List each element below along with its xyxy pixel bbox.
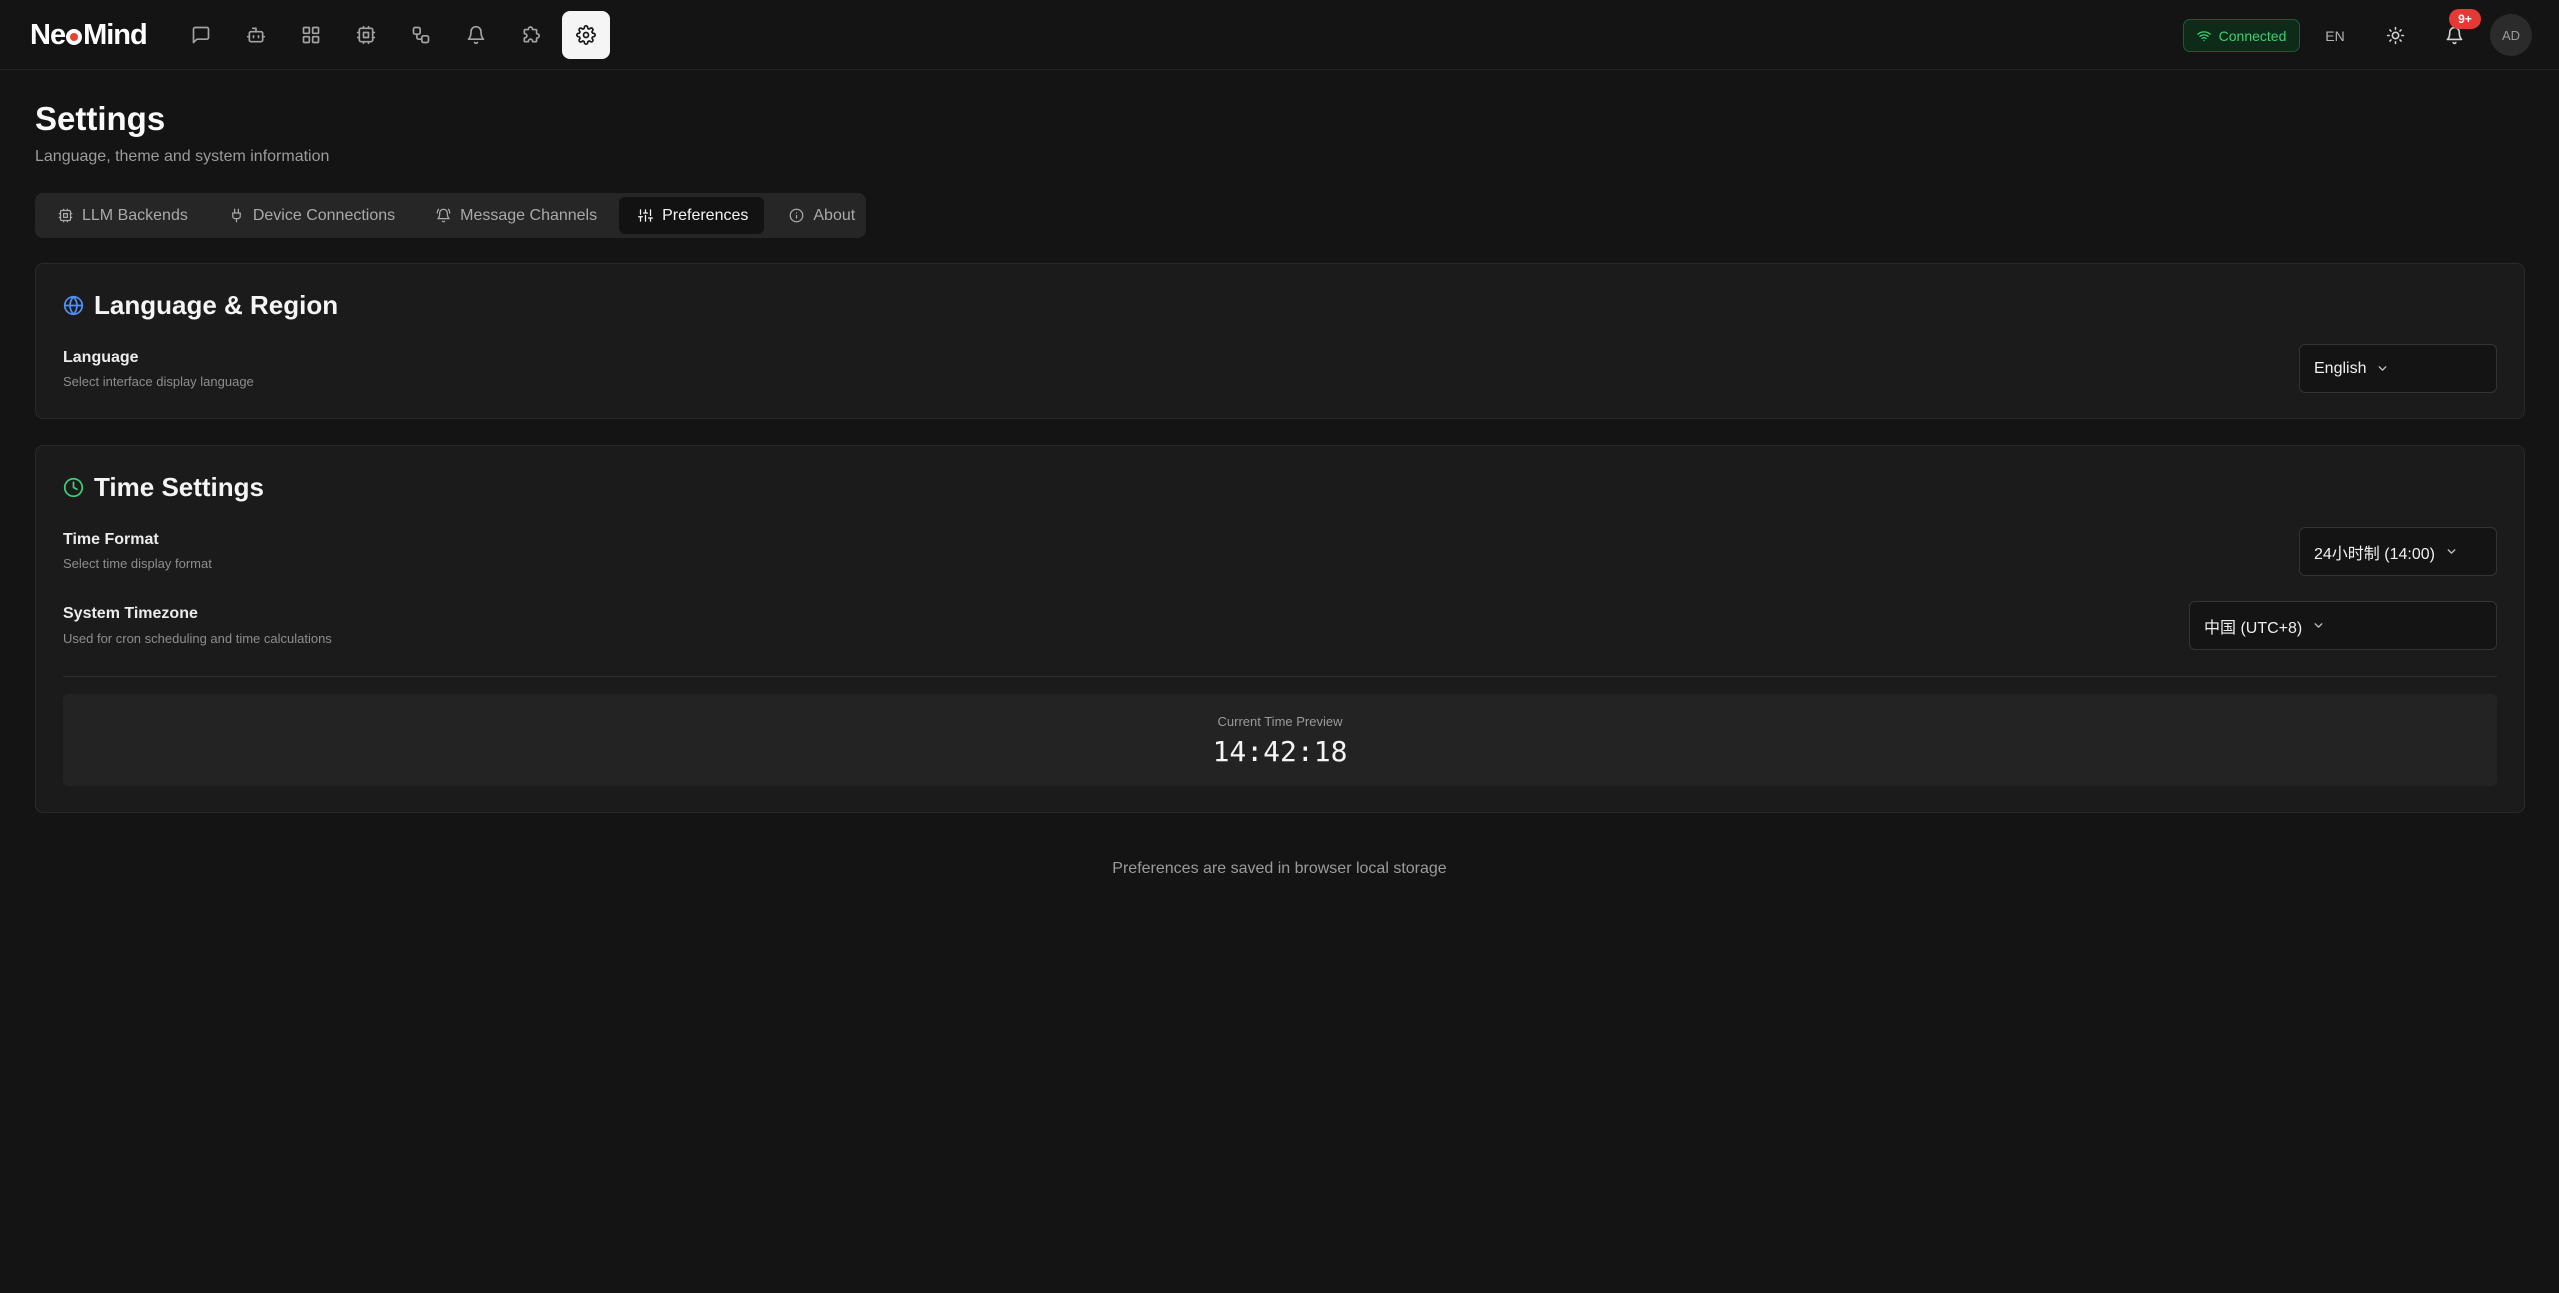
tab-label: LLM Backends	[82, 206, 188, 224]
nav-alerts-button[interactable]	[452, 11, 500, 59]
clock-icon	[63, 477, 84, 498]
info-icon	[790, 208, 804, 223]
timezone-select[interactable]: 中国 (UTC+8)	[2189, 601, 2497, 650]
message-square-icon	[192, 26, 210, 44]
chevron-down-icon	[2314, 623, 2323, 628]
tab-llm-backends[interactable]: LLM Backends	[39, 197, 204, 234]
language-select-value: English	[2314, 359, 2367, 377]
language-description: Select interface display language	[63, 374, 254, 389]
time-preview-panel: Current Time Preview 14:42:18	[63, 694, 2497, 786]
bell-ring-icon	[436, 208, 451, 223]
time-format-select-value: 24小时制 (14:00)	[2314, 545, 2435, 563]
language-label: Language	[63, 349, 139, 366]
logo-dot	[66, 29, 83, 45]
nav-chat-button[interactable]	[177, 11, 225, 59]
nav-agents-button[interactable]	[232, 11, 280, 59]
tab-preferences[interactable]: Preferences	[619, 197, 765, 234]
chevron-down-icon	[2447, 549, 2456, 554]
time-preview-value: 14:42:18	[1212, 735, 1348, 768]
workflow-icon	[412, 26, 430, 44]
card-header: Time Settings	[63, 472, 264, 503]
tab-label: Message Channels	[460, 206, 598, 224]
nav-devices-button[interactable]	[342, 11, 390, 59]
sliders-icon	[638, 209, 654, 222]
nav-automation-button[interactable]	[397, 11, 445, 59]
gear-icon	[576, 25, 596, 45]
layout-grid-icon	[302, 26, 320, 44]
page-subtitle: Language, theme and system information	[35, 148, 330, 165]
bot-icon	[246, 27, 266, 43]
logo-text-start: Ne	[30, 18, 66, 51]
tab-label: Preferences	[662, 206, 749, 224]
nav-plugins-button[interactable]	[507, 11, 555, 59]
cpu-icon	[58, 208, 73, 223]
globe-icon	[63, 295, 84, 316]
chevron-down-icon	[2379, 366, 2387, 371]
page-title: Settings	[35, 100, 166, 137]
time-preview-label: Current Time Preview	[1217, 714, 1343, 729]
card-title: Time Settings	[94, 472, 265, 502]
tab-about[interactable]: About	[770, 197, 871, 234]
top-bar: Ne Mind Connected EN 9+ AD	[0, 0, 2559, 70]
time-format-label: Time Format	[63, 531, 159, 548]
app-logo[interactable]: Ne Mind	[30, 18, 148, 52]
timezone-label: System Timezone	[63, 605, 198, 622]
bell-icon	[467, 25, 485, 45]
tab-label: About	[813, 206, 856, 224]
storage-note: Preferences are saved in browser local s…	[1112, 860, 1447, 877]
timezone-select-value: 中国 (UTC+8)	[2204, 619, 2303, 637]
notification-count-badge: 9+	[2449, 9, 2481, 29]
user-avatar[interactable]: AD	[2490, 14, 2532, 56]
time-format-description: Select time display format	[63, 556, 212, 571]
connection-status-text: Connected	[2218, 27, 2287, 44]
time-format-select[interactable]: 24小时制 (14:00)	[2299, 527, 2497, 576]
theme-toggle-button[interactable]	[2375, 15, 2415, 55]
tab-label: Device Connections	[252, 206, 396, 224]
settings-tabs: LLM Backends Device Connections Message …	[35, 193, 866, 238]
sun-icon	[2386, 26, 2404, 44]
divider	[63, 676, 2497, 677]
wifi-icon	[2196, 30, 2211, 41]
cpu-icon	[356, 25, 376, 45]
time-settings-card: Time Settings Time Format Select time di…	[35, 445, 2525, 813]
card-title: Language & Region	[94, 290, 339, 320]
tab-device-connections[interactable]: Device Connections	[210, 197, 411, 234]
logo-text-end: Mind	[83, 18, 148, 51]
puzzle-icon	[523, 26, 540, 43]
language-region-card: Language & Region Language Select interf…	[35, 263, 2525, 419]
nav-dashboard-button[interactable]	[287, 11, 335, 59]
nav-settings-button[interactable]	[562, 11, 610, 59]
tab-message-channels[interactable]: Message Channels	[417, 197, 613, 234]
timezone-description: Used for cron scheduling and time calcul…	[63, 631, 332, 646]
language-select[interactable]: English	[2299, 344, 2497, 393]
plug-icon	[231, 208, 241, 223]
language-switch-button[interactable]: EN	[2315, 19, 2355, 52]
card-header: Language & Region	[63, 290, 338, 321]
connection-status-badge: Connected	[2183, 19, 2300, 52]
